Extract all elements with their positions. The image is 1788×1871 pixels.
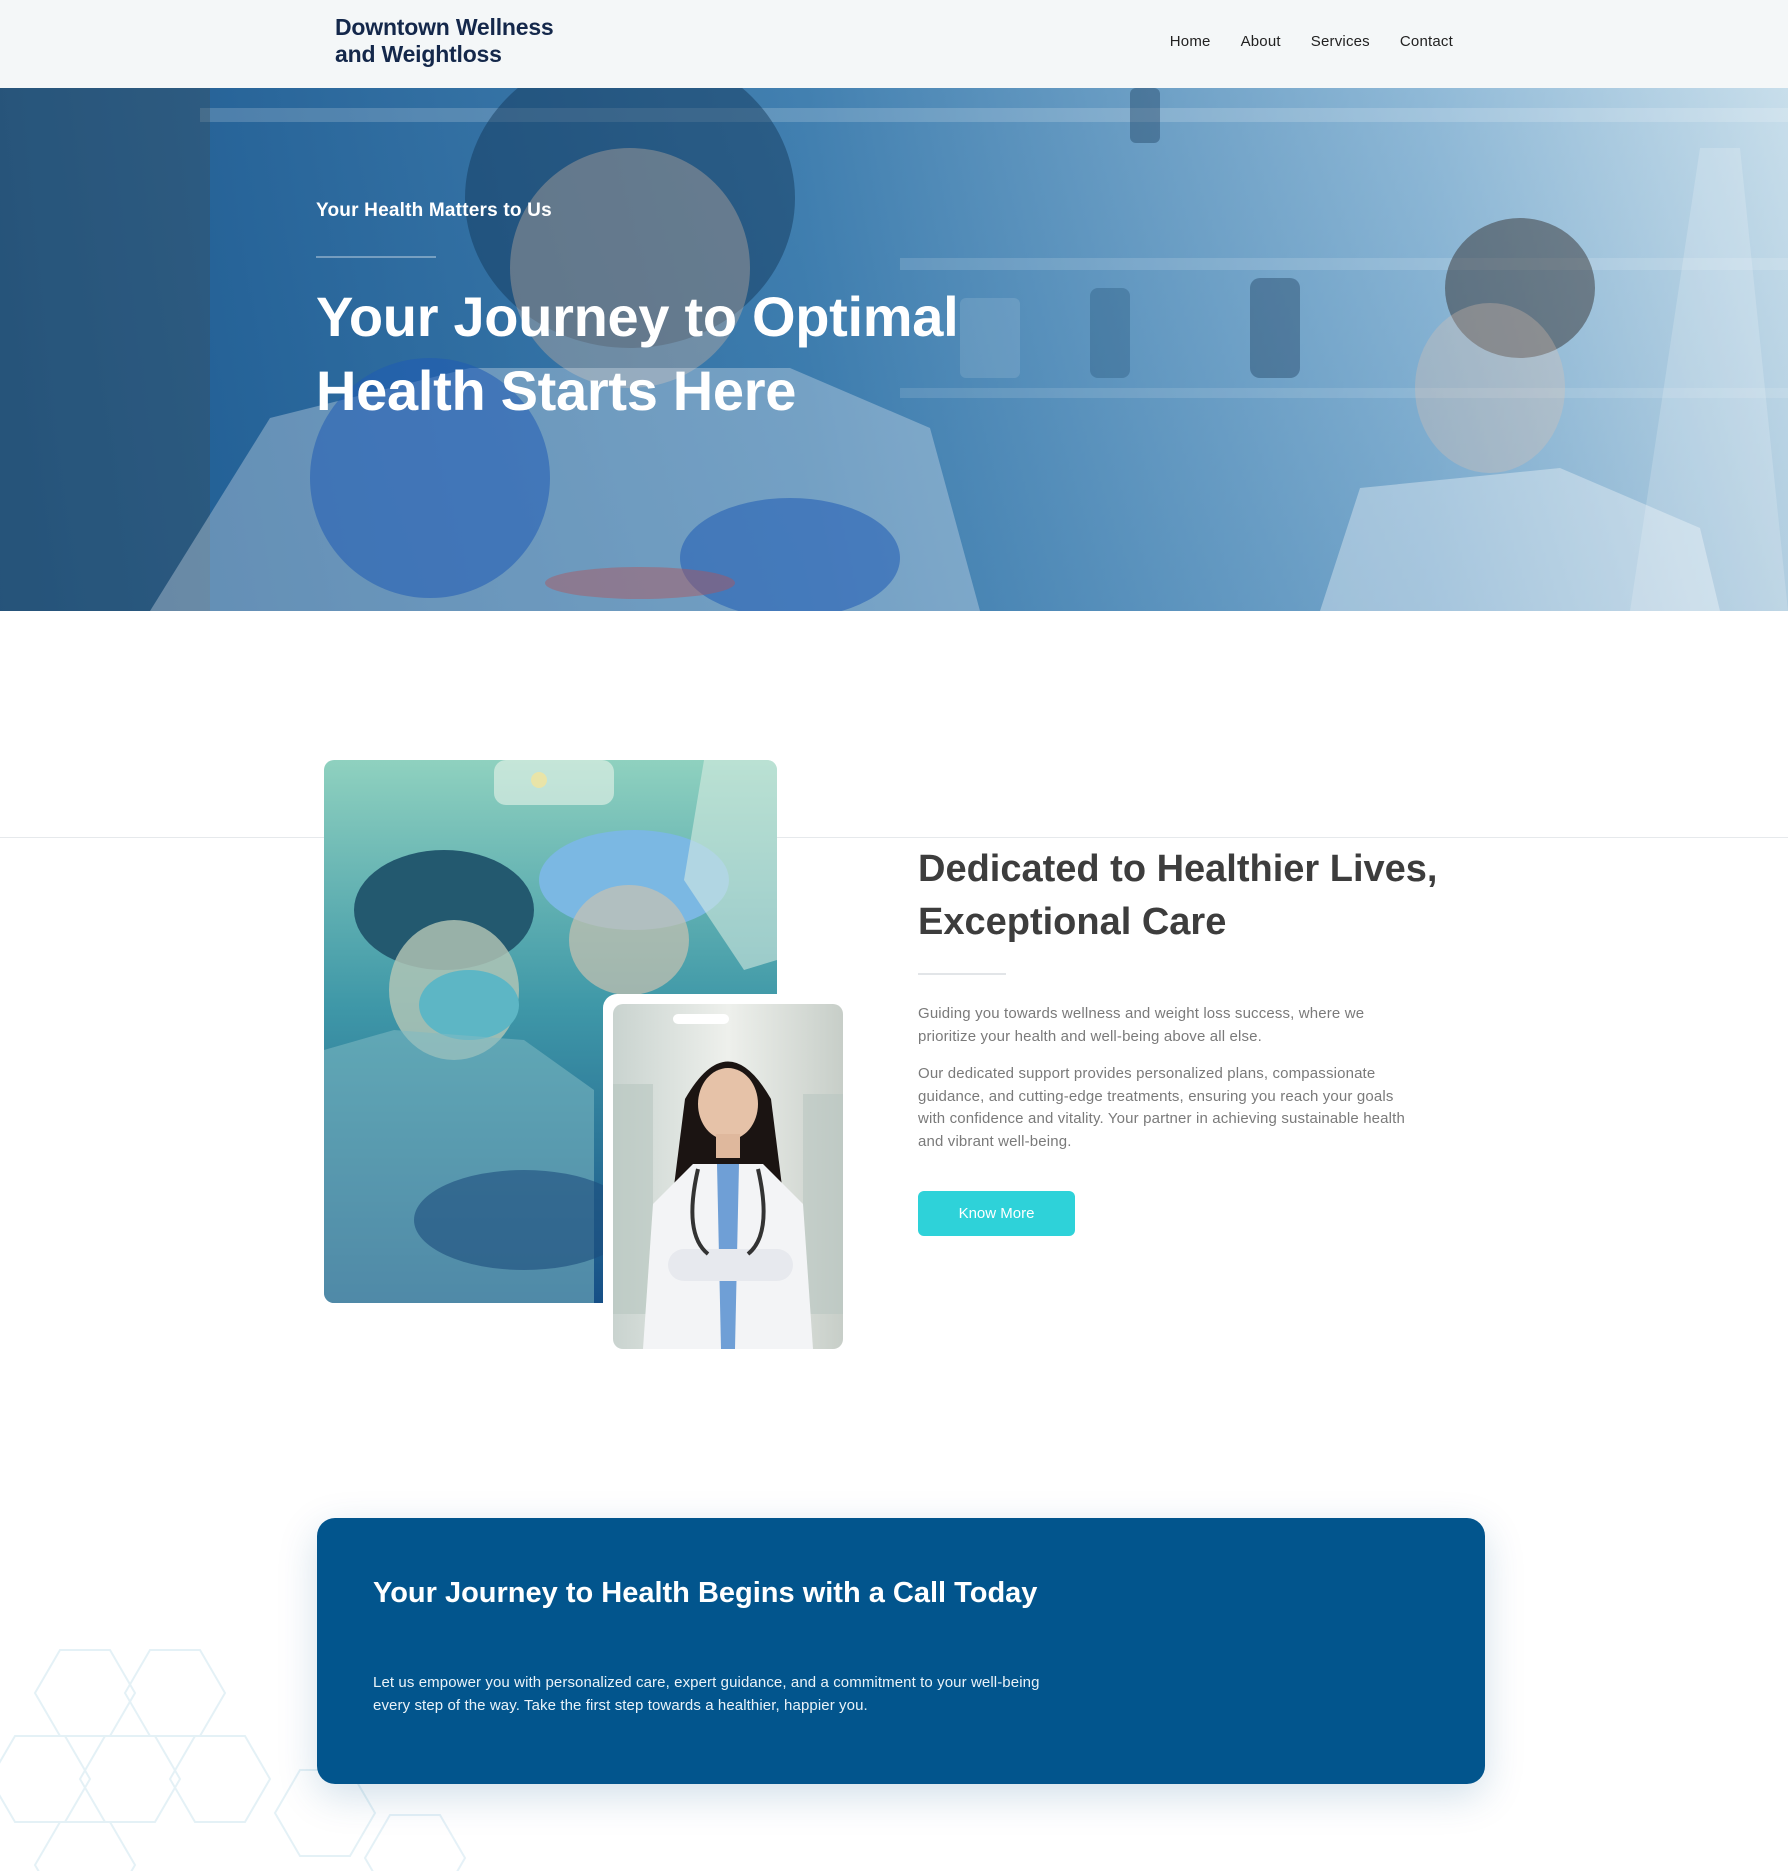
site-header: Downtown Wellness and Weightloss Home Ab… (0, 0, 1788, 88)
hero-kicker: Your Health Matters to Us (316, 200, 552, 221)
nav-about[interactable]: About (1241, 31, 1281, 53)
nav-home[interactable]: Home (1170, 31, 1211, 53)
cta-text: Let us empower you with personalized car… (373, 1674, 1040, 1714)
doctor-portrait-photo (613, 1004, 843, 1349)
nav-services[interactable]: Services (1311, 31, 1370, 53)
hero-title: Your Journey to Optimal Health Starts He… (316, 285, 959, 422)
logo-line-1: Downtown Wellness (335, 14, 554, 40)
section-divider (0, 837, 1788, 838)
site-logo[interactable]: Downtown Wellness and Weightloss (335, 14, 595, 68)
about-paragraph-1: Guiding you towards wellness and weight … (918, 1005, 1365, 1045)
about-title: Dedicated to Healthier Lives, Exceptiona… (918, 848, 1438, 943)
hero-divider (316, 256, 436, 258)
nav-contact[interactable]: Contact (1400, 31, 1453, 53)
logo-line-2: and Weightloss (335, 41, 502, 67)
cta-title: Your Journey to Health Begins with a Cal… (373, 1577, 1038, 1609)
about-divider (918, 973, 1006, 975)
main-nav: Home About Services Contact (1170, 31, 1453, 53)
hero-section: Your Health Matters to Us Your Journey t… (0, 88, 1788, 611)
know-more-button[interactable]: Know More (918, 1191, 1075, 1236)
about-paragraph-2: Our dedicated support provides personali… (918, 1065, 1405, 1150)
call-to-action-card: Your Journey to Health Begins with a Cal… (317, 1518, 1485, 1784)
